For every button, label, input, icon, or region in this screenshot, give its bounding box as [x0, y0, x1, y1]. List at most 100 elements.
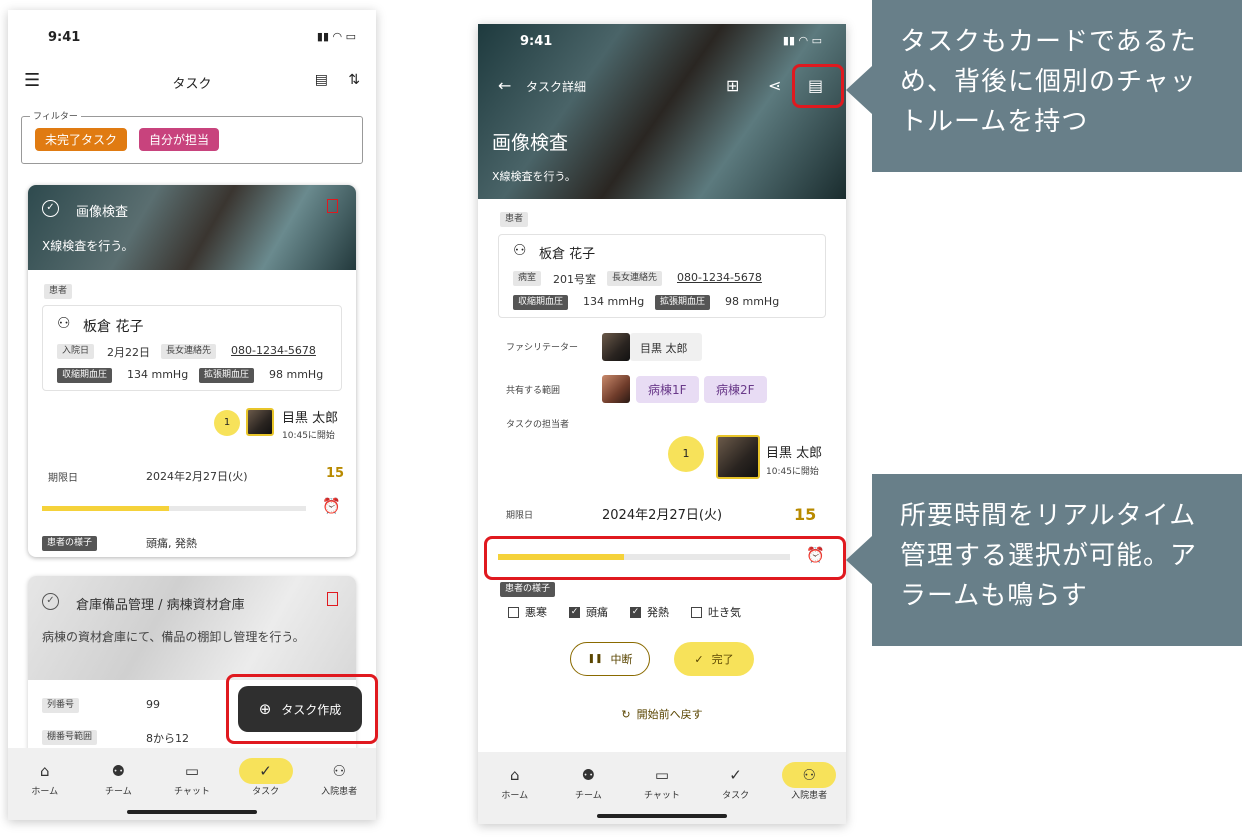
share-chip-ward2f[interactable]: 病棟2F: [704, 376, 767, 403]
condition-chills[interactable]: 悪寒: [508, 604, 547, 620]
check-circle-icon[interactable]: ✓: [42, 200, 59, 217]
due-count: 15: [794, 505, 817, 524]
due-label: 期限日: [506, 511, 534, 521]
filter-box: フィルター 未完了タスク 自分が担当: [21, 109, 363, 164]
task-check-icon: ✓: [729, 766, 742, 784]
reset-button[interactable]: ↻ 開始前へ戻す: [478, 706, 846, 722]
patient-section-tag: 患者: [44, 284, 73, 299]
filter-chip-mine[interactable]: 自分が担当: [139, 128, 220, 151]
callout-pointer-timer: [846, 536, 872, 584]
status-time: 9:41: [520, 34, 553, 49]
share-chip-ward1f[interactable]: 病棟1F: [636, 376, 699, 403]
shelf-value: 8から12: [146, 732, 189, 745]
nav-chat[interactable]: ▭ チャット: [632, 762, 692, 801]
callout-chat-room: タスクもカードであるため、背後に個別のチャットルームを持つ: [872, 0, 1242, 172]
diastolic-value: 98 mmHg: [725, 295, 780, 308]
assignee-name: 目黒 太郎: [282, 411, 339, 426]
condition-tag: 患者の様子: [500, 582, 556, 597]
add-copy-icon[interactable]: ⊞: [726, 76, 739, 95]
home-icon: ⌂: [510, 766, 520, 784]
condition-nausea[interactable]: 吐き気: [691, 604, 741, 620]
nav-label: 入院患者: [791, 791, 828, 801]
assignee-count-badge: 1: [668, 436, 704, 472]
checkbox[interactable]: [508, 606, 519, 618]
nav-home[interactable]: ⌂ ホーム: [15, 758, 75, 797]
contact-link[interactable]: 080-1234-5678: [677, 271, 762, 284]
nav-team[interactable]: ⚉ チーム: [558, 762, 618, 801]
sort-icon[interactable]: ⇅: [348, 72, 360, 88]
filter-label: フィルター: [30, 109, 81, 122]
condition-headache[interactable]: ✓ 頭痛: [569, 604, 608, 620]
due-value: 2024年2月27日(火): [146, 470, 248, 483]
facilitator-name: 目黒 太郎: [640, 342, 688, 355]
task-card-imaging[interactable]: ✓ 画像検査 X線検査を行う。 患者 ⚇ 板倉 花子 入院日 2月22日 長女連…: [28, 185, 356, 557]
assignee-name: 目黒 太郎: [766, 446, 823, 461]
card-title: 倉庫備品管理 / 病棟資材倉庫: [76, 598, 245, 613]
reset-icon: ↻: [621, 708, 631, 721]
contact-link[interactable]: 080-1234-5678: [231, 344, 316, 357]
callout-realtime-timer: 所要時間をリアルタイム管理する選択が可能。アラームも鳴らす: [872, 474, 1242, 646]
assignee-avatar[interactable]: [246, 408, 274, 436]
team-icon: ⚉: [581, 766, 596, 784]
pause-button[interactable]: ❚❚ 中断: [570, 642, 650, 676]
nav-label: チャット: [174, 787, 210, 797]
systolic-value: 134 mmHg: [127, 368, 189, 381]
back-arrow-icon[interactable]: ←: [498, 76, 511, 95]
nav-label: タスク: [252, 787, 280, 797]
nav-home[interactable]: ⌂ ホーム: [485, 762, 545, 801]
assignee-avatar[interactable]: [716, 435, 760, 479]
column-tag: 列番号: [42, 698, 80, 713]
chat-icon: ▭: [184, 762, 200, 780]
patient-icon: ⚇: [332, 762, 346, 780]
checkbox[interactable]: [691, 606, 702, 618]
nav-label: タスク: [722, 791, 750, 801]
admit-value: 2月22日: [107, 346, 150, 359]
pause-label: 中断: [610, 653, 633, 666]
check-icon: ✓: [694, 652, 704, 666]
nav-patients[interactable]: ⚇ 入院患者: [309, 758, 369, 797]
share-range-label: 共有する範囲: [506, 386, 561, 396]
contact-tag: 長女連絡先: [161, 344, 217, 359]
systolic-tag: 収縮期血圧: [57, 368, 113, 383]
patient-box[interactable]: ⚇ 板倉 花子 病室 201号室 長女連絡先 080-1234-5678 収縮期…: [498, 234, 826, 318]
highlight-progress-bar: [484, 536, 846, 580]
share-avatar[interactable]: [602, 375, 630, 403]
assignee-section-label: タスクの担当者: [506, 420, 570, 430]
condition-label: 頭痛: [586, 606, 608, 619]
filter-chip-incomplete[interactable]: 未完了タスク: [35, 128, 128, 151]
facilitator-avatar[interactable]: [602, 333, 630, 361]
nav-task[interactable]: ✓ タスク: [706, 762, 766, 801]
patient-box[interactable]: ⚇ 板倉 花子 入院日 2月22日 長女連絡先 080-1234-5678 収縮…: [42, 305, 342, 391]
share-icon[interactable]: ⋖: [768, 76, 781, 95]
room-value: 201号室: [553, 273, 596, 286]
nav-task[interactable]: ✓ タスク: [236, 758, 296, 797]
complete-button[interactable]: ✓ 完了: [674, 642, 754, 676]
bookmark-icon[interactable]: [327, 592, 338, 606]
condition-checkboxes: 悪寒 ✓ 頭痛 ✓ 発熱 吐き気: [508, 604, 763, 620]
alarm-off-icon[interactable]: ⏰: [322, 497, 341, 515]
diastolic-tag: 拡張期血圧: [199, 368, 255, 383]
progress-fill: [42, 506, 169, 511]
checkbox-checked[interactable]: ✓: [569, 606, 580, 618]
due-value: 2024年2月27日(火): [602, 508, 723, 523]
nav-team[interactable]: ⚉ チーム: [88, 758, 148, 797]
list-view-icon[interactable]: ▤: [315, 72, 328, 88]
condition-fever[interactable]: ✓ 発熱: [630, 604, 669, 620]
nav-label: ホーム: [501, 791, 529, 801]
bookmark-icon[interactable]: [327, 199, 338, 213]
callout-pointer-chat: [846, 66, 872, 114]
patient-icon: ⚇: [782, 762, 837, 788]
home-indicator: [597, 814, 727, 818]
chat-icon: ▭: [654, 766, 670, 784]
patient-section-tag: 患者: [500, 212, 529, 227]
nav-chat[interactable]: ▭ チャット: [162, 758, 222, 797]
checkbox-checked[interactable]: ✓: [630, 606, 641, 618]
check-circle-icon[interactable]: ✓: [42, 593, 59, 610]
condition-label: 発熱: [647, 606, 669, 619]
card-desc: 病棟の資材倉庫にて、備品の棚卸し管理を行う。: [42, 630, 305, 644]
nav-label: チャット: [644, 791, 680, 801]
status-icons: ▮▮ ◠ ▭: [782, 34, 822, 47]
condition-label: 吐き気: [708, 606, 741, 619]
highlight-chat-icon: [792, 64, 844, 108]
nav-patients[interactable]: ⚇ 入院患者: [779, 762, 839, 801]
